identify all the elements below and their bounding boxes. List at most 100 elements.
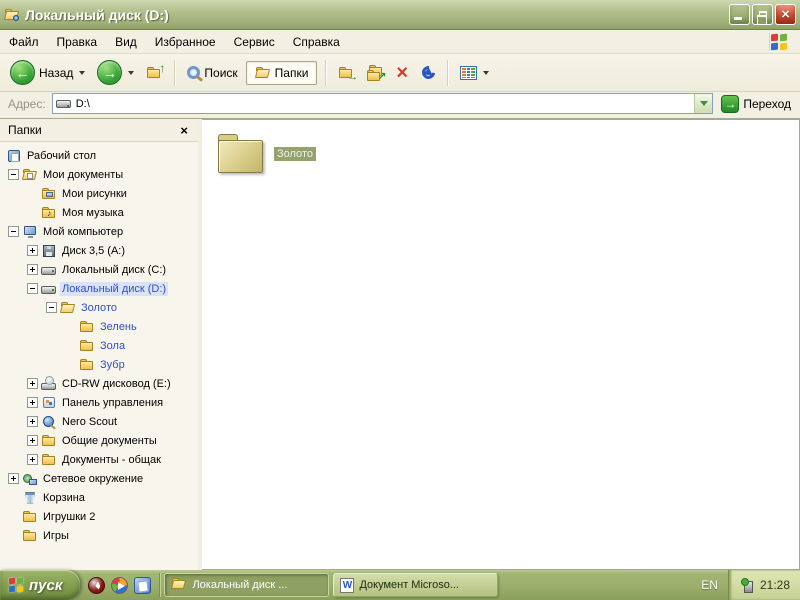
- tree-expander-icon[interactable]: [8, 473, 19, 484]
- forward-button[interactable]: →: [93, 58, 138, 87]
- restore-button[interactable]: [752, 4, 773, 25]
- tree-item-label[interactable]: Зубр: [98, 358, 127, 372]
- minimize-button[interactable]: [729, 4, 750, 25]
- tree-item[interactable]: Диск 3,5 (A:): [27, 241, 198, 260]
- tree-item[interactable]: Документы - общак: [27, 450, 198, 469]
- tree-expander-icon[interactable]: [46, 302, 57, 313]
- tree-expander-icon[interactable]: [27, 416, 38, 427]
- tree-item[interactable]: Локальный диск (C:): [27, 260, 198, 279]
- tree-item-label[interactable]: Локальный диск (D:): [60, 281, 169, 296]
- go-button[interactable]: → Переход: [719, 94, 797, 114]
- file-list-pane[interactable]: Золото: [202, 119, 800, 570]
- clock[interactable]: 21:28: [760, 578, 790, 592]
- undo-button[interactable]: [418, 63, 439, 82]
- back-dropdown-icon[interactable]: [79, 70, 86, 75]
- views-icon: [460, 65, 478, 80]
- tree-expander-icon[interactable]: [27, 435, 38, 446]
- tree-item-label[interactable]: Nero Scout: [60, 415, 119, 429]
- tree-item-label[interactable]: Моя музыка: [60, 206, 126, 220]
- up-button[interactable]: ↑: [142, 61, 166, 83]
- tree-item[interactable]: Мои рисунки: [27, 184, 198, 203]
- tree-expander-icon[interactable]: [27, 454, 38, 465]
- tree-expander-icon[interactable]: [8, 226, 19, 237]
- tree-expander-icon[interactable]: [8, 169, 19, 180]
- file-tile[interactable]: Золото: [216, 132, 316, 176]
- tree-item-label[interactable]: Зола: [98, 339, 127, 353]
- tree-expander-icon[interactable]: [27, 264, 38, 275]
- tree-item-label[interactable]: Рабочий стол: [25, 149, 98, 163]
- tree-item-label[interactable]: Общие документы: [60, 434, 159, 448]
- menu-item-4[interactable]: Сервис: [225, 32, 284, 52]
- folder-icon: [22, 528, 38, 544]
- file-tile-label[interactable]: Золото: [274, 147, 316, 161]
- tree-item[interactable]: Общие документы: [27, 431, 198, 450]
- tree-item[interactable]: Зола: [65, 336, 198, 355]
- windows-flag-icon: [9, 577, 24, 593]
- tree-item[interactable]: Золото: [46, 298, 198, 317]
- menu-item-0[interactable]: Файл: [0, 32, 48, 52]
- menu-item-2[interactable]: Вид: [106, 32, 146, 52]
- tree-item[interactable]: Зелень: [65, 317, 198, 336]
- folder-icon: [79, 319, 95, 335]
- tree-item[interactable]: Мои документы: [8, 165, 198, 184]
- tree-item-label[interactable]: Диск 3,5 (A:): [60, 244, 127, 258]
- copy-to-button[interactable]: ↗: [362, 63, 386, 83]
- tree-item-label[interactable]: Локальный диск (C:): [60, 263, 168, 277]
- tree-item[interactable]: Nero Scout: [27, 412, 198, 431]
- titlebar[interactable]: Локальный диск (D:) ×: [0, 0, 800, 30]
- tree-item[interactable]: Сетевое окружение: [8, 469, 198, 488]
- menu-item-1[interactable]: Правка: [48, 32, 107, 52]
- tree-item-label[interactable]: Игрушки 2: [41, 510, 97, 524]
- menu-item-3[interactable]: Избранное: [146, 32, 225, 52]
- tree-item[interactable]: Мой компьютер: [8, 222, 198, 241]
- search-button[interactable]: Поиск: [183, 64, 241, 82]
- tree-item-label[interactable]: Золото: [79, 301, 119, 315]
- tree-item[interactable]: Игрушки 2: [8, 507, 198, 526]
- tree-expander-icon[interactable]: [27, 378, 38, 389]
- floppy-icon: [41, 243, 57, 259]
- tree-item[interactable]: Панель управления: [27, 393, 198, 412]
- tree-item-label[interactable]: Документы - общак: [60, 453, 163, 467]
- forward-dropdown-icon[interactable]: [128, 70, 135, 75]
- tree-expander-icon[interactable]: [27, 245, 38, 256]
- taskbar-button[interactable]: W Документ Microso...: [333, 573, 499, 597]
- language-indicator[interactable]: EN: [691, 578, 728, 592]
- safely-remove-hardware-icon[interactable]: [740, 577, 755, 593]
- tree-item-label[interactable]: Мои рисунки: [60, 187, 129, 201]
- tree-item[interactable]: Локальный диск (D:): [27, 279, 198, 298]
- move-to-button[interactable]: →: [334, 63, 358, 83]
- tree-item[interactable]: Игры: [8, 526, 198, 545]
- tree-expander-icon[interactable]: [27, 283, 38, 294]
- tree-item-label[interactable]: Корзина: [41, 491, 87, 505]
- menubar: Файл Правка Вид Избранное Сервис Справка: [0, 30, 800, 54]
- tree-item[interactable]: Рабочий стол: [6, 146, 198, 165]
- folders-button[interactable]: Папки: [245, 60, 318, 85]
- address-dropdown-button[interactable]: [694, 94, 713, 113]
- address-input[interactable]: D:\: [51, 93, 714, 114]
- show-desktop-icon[interactable]: [134, 576, 152, 594]
- tree-item-label[interactable]: Сетевое окружение: [41, 472, 145, 486]
- start-button[interactable]: пуск: [0, 570, 81, 600]
- nero-icon[interactable]: [88, 576, 106, 594]
- media-player-icon[interactable]: [111, 576, 129, 594]
- views-button[interactable]: [456, 64, 493, 82]
- taskbar-button[interactable]: Локальный диск ...: [164, 573, 330, 597]
- close-button[interactable]: ×: [775, 4, 796, 25]
- back-button[interactable]: ← Назад: [6, 58, 89, 87]
- tree-item-label[interactable]: Мой компьютер: [41, 225, 125, 239]
- menu-item-5[interactable]: Справка: [284, 32, 349, 52]
- tree-item-label[interactable]: Зелень: [98, 320, 139, 334]
- tree-item-label[interactable]: Панель управления: [60, 396, 165, 410]
- tree-item[interactable]: Зубр: [65, 355, 198, 374]
- folders-pane-close-icon[interactable]: ×: [178, 123, 190, 138]
- delete-button[interactable]: ×: [390, 61, 414, 85]
- tree-item-label[interactable]: Мои документы: [41, 168, 125, 182]
- tree-item[interactable]: ♪ Моя музыка: [27, 203, 198, 222]
- tree-expander-icon[interactable]: [27, 397, 38, 408]
- tree-item[interactable]: Корзина: [8, 488, 198, 507]
- tree-item-label[interactable]: CD-RW дисковод (E:): [60, 377, 173, 391]
- tree-item-label[interactable]: Игры: [41, 529, 71, 543]
- tree-item[interactable]: CD-RW дисковод (E:): [27, 374, 198, 393]
- folder-icon: [22, 509, 38, 525]
- folder-icon: [171, 578, 187, 592]
